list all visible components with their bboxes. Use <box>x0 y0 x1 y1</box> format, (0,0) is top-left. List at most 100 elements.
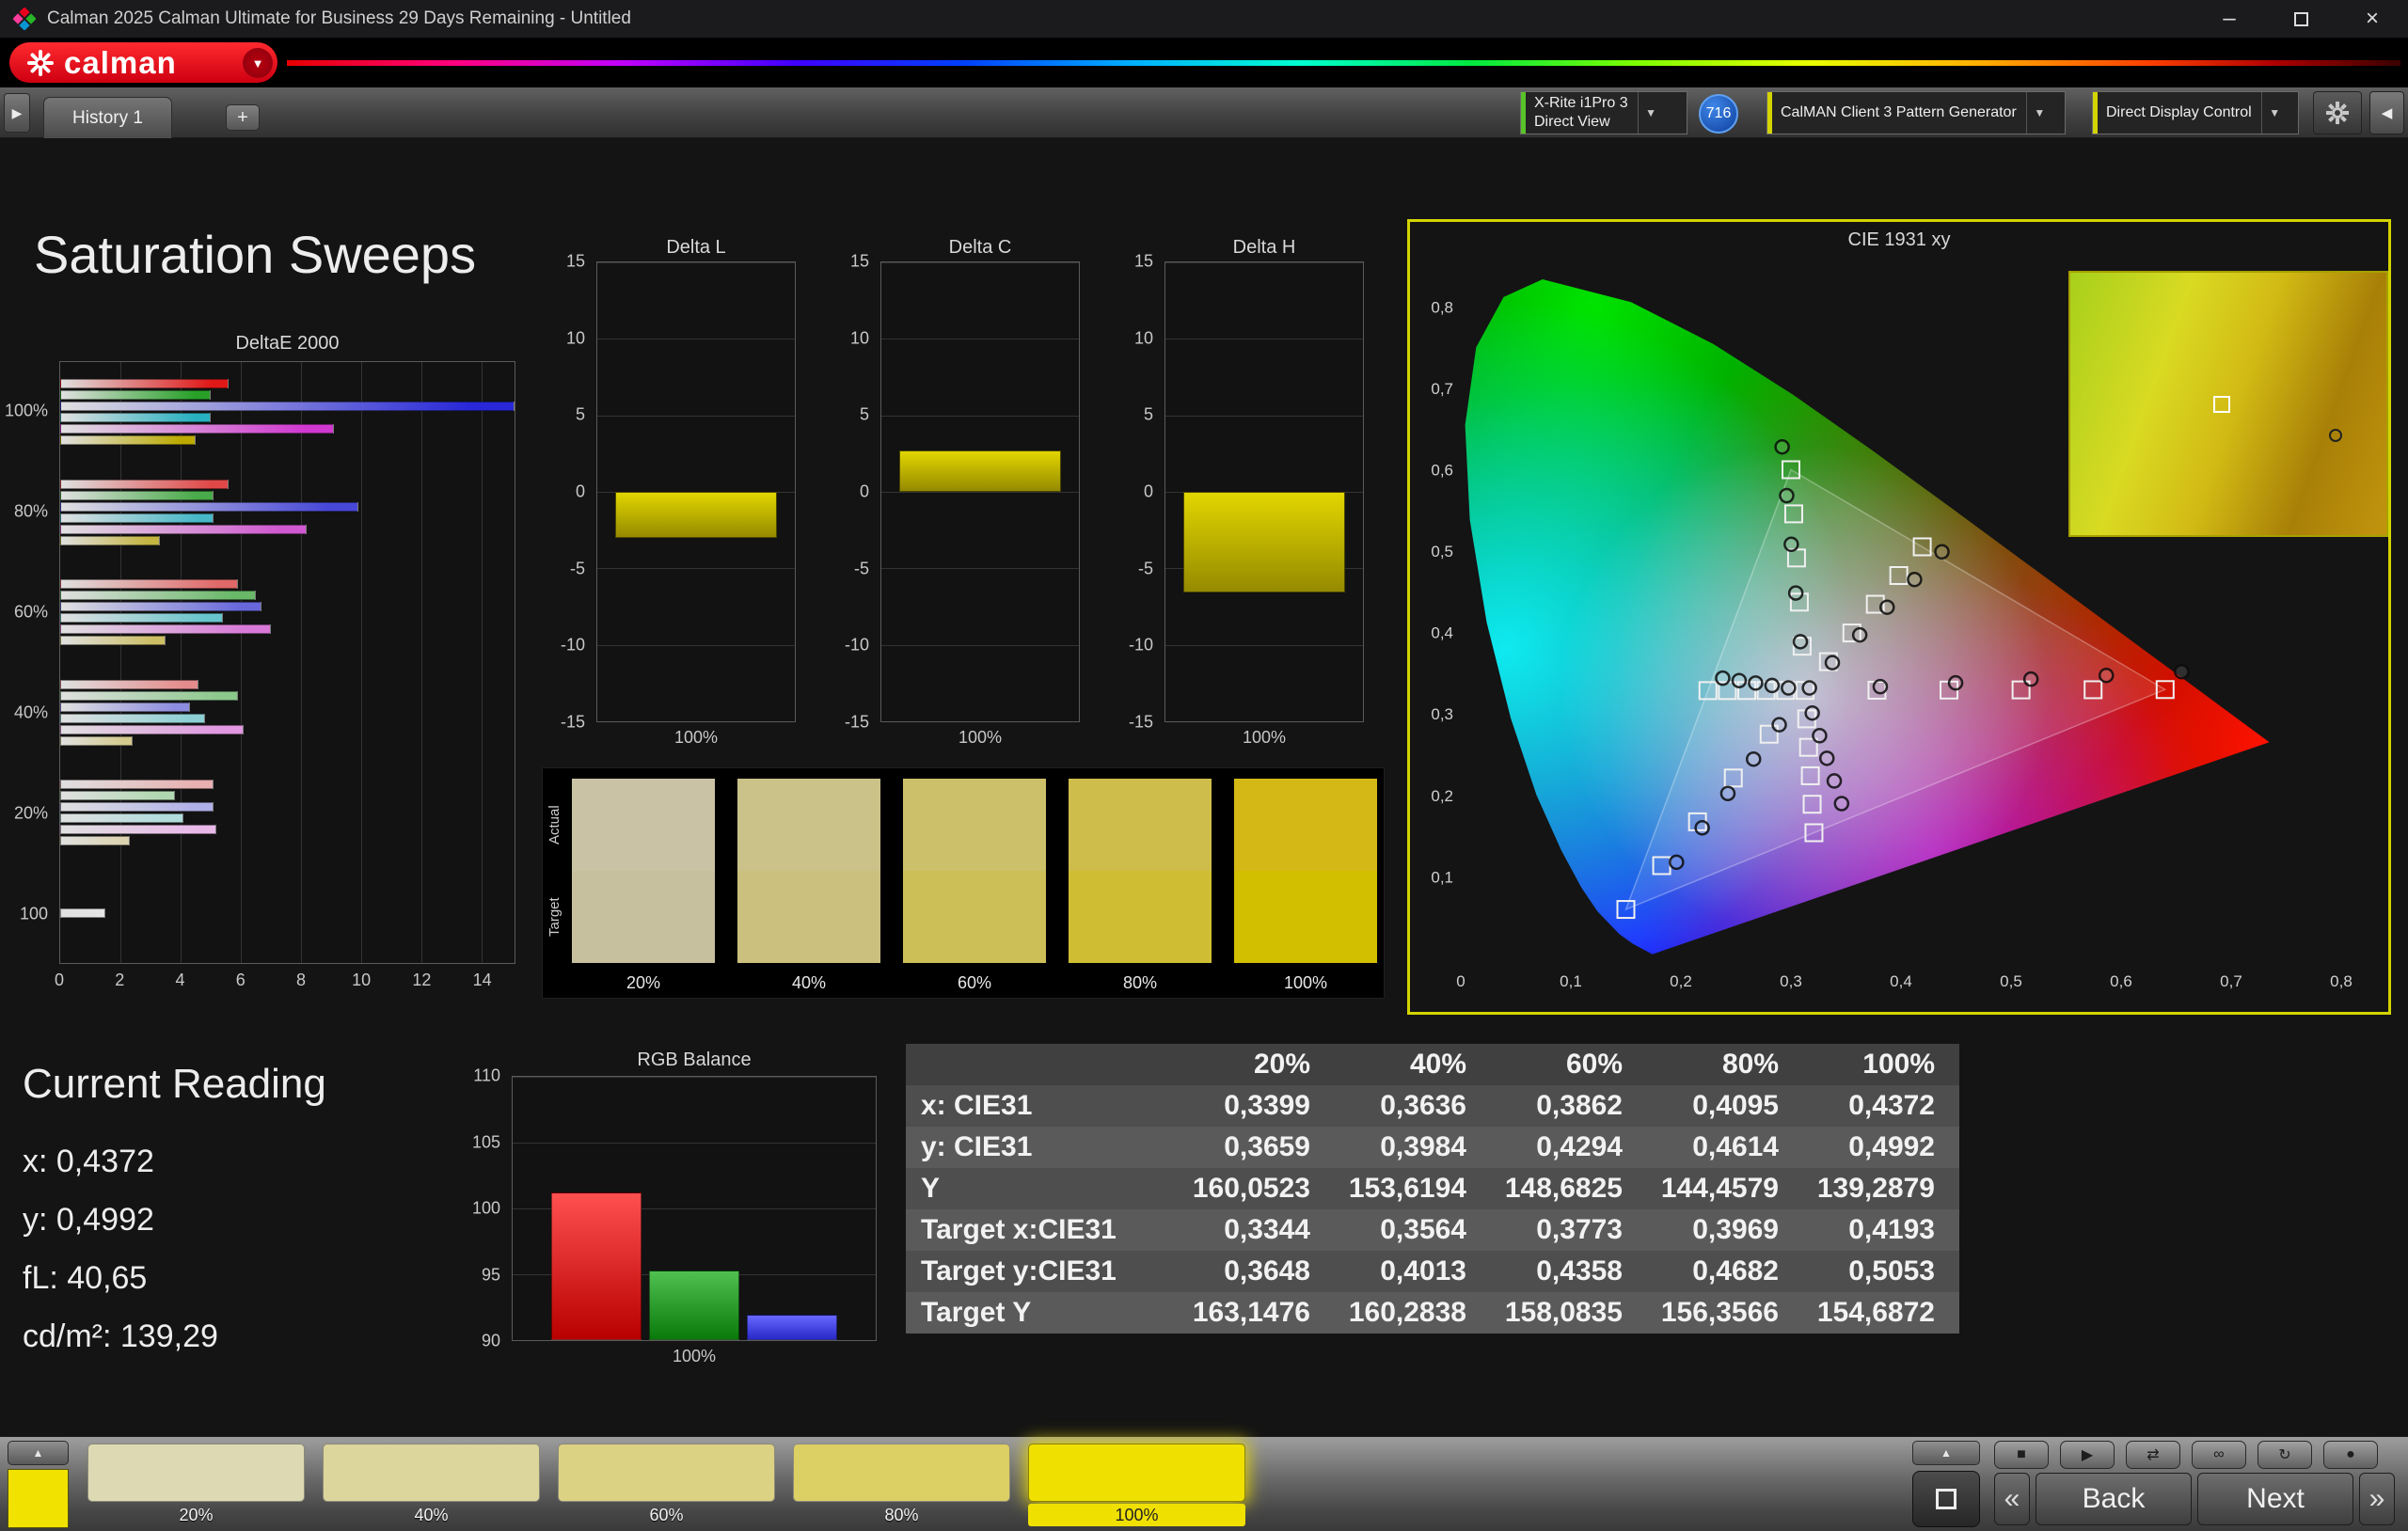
y-tick-label: -5 <box>853 559 869 578</box>
saturation-patch-button-80%[interactable]: 80% <box>790 1441 1013 1528</box>
y-tick-label: 15 <box>565 251 585 271</box>
chart-title: CIE 1931 xy <box>1847 229 1951 250</box>
settings-button[interactable] <box>2313 91 2362 134</box>
deltaH-bar <box>1182 492 1346 593</box>
cie-1931-chart[interactable]: CIE 1931 xy 0 0,1 0,2 0,3 0,4 0,5 0,6 0,7 0,8 0,1… <box>1407 219 2391 1015</box>
table-value-cell: 154,6872 <box>1803 1292 1959 1334</box>
calman-logo[interactable]: calman ▼ <box>9 42 277 83</box>
table-corner-cell <box>906 1044 1179 1085</box>
deltae-bar-magenta <box>60 524 308 534</box>
y-tick-label: 15 <box>849 251 869 271</box>
x-axis-label: 100% <box>672 1347 717 1365</box>
table-row-label: Target Y <box>906 1292 1179 1334</box>
grid-line <box>1165 721 1363 722</box>
grid-line <box>881 262 1079 263</box>
pattern-generator-dropdown[interactable]: CalMAN Client 3 Pattern Generator ▼ <box>1766 91 2066 134</box>
target-row-label: Target <box>547 897 562 937</box>
table-value-cell: 0,3969 <box>1647 1209 1803 1251</box>
table-value-cell: 0,3773 <box>1491 1209 1647 1251</box>
svg-text:0,2: 0,2 <box>1431 787 1453 805</box>
close-button[interactable]: × <box>2337 0 2408 38</box>
actual-target-swatch-strip[interactable]: Actual Target 20% 40% 60% 80% 100% <box>542 767 1385 999</box>
table-value-cell: 144,4579 <box>1647 1168 1803 1209</box>
rgb-balance-chart[interactable]: RGB Balance 110 105 100 95 90 100% <box>470 1046 880 1377</box>
stop-button[interactable]: ■ <box>1994 1441 2049 1469</box>
right-panel-up-button[interactable]: ▲ <box>1912 1441 1980 1465</box>
grid-line <box>597 721 795 722</box>
deltae-bar-magenta <box>60 724 245 734</box>
deltae2000-chart[interactable]: DeltaE 2000 100% 80% 60% 40% 20% 100 0 2 4 6 8 10 1… <box>5 329 527 997</box>
add-tab-button[interactable]: + <box>226 104 260 131</box>
svg-text:0,2: 0,2 <box>1670 972 1692 990</box>
saturation-patch-button-60%[interactable]: 60% <box>555 1441 778 1528</box>
table-column-header: 40% <box>1335 1044 1491 1085</box>
deltae-bar-green <box>60 791 175 801</box>
rainbow-strip <box>287 60 2400 66</box>
table-value-cell: 139,2879 <box>1803 1168 1959 1209</box>
back-button[interactable]: Back <box>2036 1473 2192 1525</box>
meter-device-dropdown[interactable]: X-Rite i1Pro 3 Direct View ▼ <box>1520 91 1687 134</box>
table-value-cell: 158,0835 <box>1491 1292 1647 1334</box>
group-label: 40% <box>13 702 48 722</box>
table-value-cell: 0,3659 <box>1179 1127 1335 1168</box>
x-tick-label: 10 <box>352 971 372 989</box>
maximize-button[interactable] <box>2265 0 2337 38</box>
logo-dropdown-button[interactable]: ▼ <box>243 48 273 78</box>
patch-label: 20% <box>179 1506 214 1524</box>
table-value-cell: 0,3564 <box>1335 1209 1491 1251</box>
patch-label: 80% <box>884 1506 919 1524</box>
patch-color <box>87 1444 305 1502</box>
play-button[interactable]: ▶ <box>2060 1441 2115 1469</box>
deltaL-bar <box>614 492 778 538</box>
display-control-dropdown[interactable]: Direct Display Control ▼ <box>2092 91 2299 134</box>
table-row-label: Y <box>906 1168 1179 1209</box>
refresh-button[interactable]: ↻ <box>2258 1441 2312 1469</box>
deltae-bar-blue <box>60 702 190 712</box>
deltae-bar-yellow <box>60 636 166 646</box>
group-label: 100 <box>19 904 48 923</box>
saturation-patch-button-20%[interactable]: 20% <box>85 1441 308 1528</box>
saturation-patch-button-40%[interactable]: 40% <box>320 1441 543 1528</box>
next-chevron-button[interactable]: » <box>2359 1473 2395 1525</box>
table-value-cell: 0,5053 <box>1803 1251 1959 1292</box>
left-panel-up-button[interactable]: ▲ <box>8 1441 69 1465</box>
chart-title: RGB Balance <box>637 1050 752 1070</box>
minimize-icon: – <box>2223 6 2236 31</box>
grid-line <box>513 1143 876 1144</box>
minimize-button[interactable]: – <box>2194 0 2265 38</box>
panel-expander-button[interactable]: ▶ <box>4 93 30 133</box>
delta-l-chart[interactable]: Delta L 15 10 5 0 -5 -10 -15 100% <box>544 235 800 754</box>
continuous-button[interactable]: ∞ <box>2192 1441 2246 1469</box>
table-value-cell: 0,4193 <box>1803 1209 1959 1251</box>
stop-measurement-button[interactable] <box>1912 1471 1980 1527</box>
deltae-bar-red <box>60 479 230 489</box>
table-value-cell: 0,4013 <box>1335 1251 1491 1292</box>
window-title: Calman 2025 Calman Ultimate for Business… <box>47 8 631 28</box>
record-button[interactable]: ● <box>2323 1441 2378 1469</box>
chevron-right-icon: ▶ <box>11 104 23 120</box>
saturation-patch-button-100%[interactable]: 100% <box>1025 1441 1248 1528</box>
back-chevron-button[interactable]: « <box>1994 1473 2030 1525</box>
panel-collapse-button[interactable]: ◀ <box>2369 91 2404 134</box>
y-tick-label: 5 <box>859 404 869 424</box>
y-axis-labels: 15 10 5 0 -5 -10 -15 <box>828 252 875 732</box>
step-button[interactable]: ⇄ <box>2126 1441 2180 1469</box>
tab-history-1[interactable]: History 1 <box>43 97 172 138</box>
table-value-cell: 160,0523 <box>1179 1168 1335 1209</box>
next-button[interactable]: Next <box>2197 1473 2353 1525</box>
y-tick-label: -15 <box>1128 712 1153 732</box>
chart-title: Delta C <box>948 237 1012 258</box>
plot-area <box>59 361 515 964</box>
patch-color <box>1028 1444 1245 1502</box>
delta-h-chart[interactable]: Delta H 15 10 5 0 -5 -10 -15 100% <box>1112 235 1368 754</box>
chart-title: DeltaE 2000 <box>235 333 340 354</box>
delta-c-chart[interactable]: Delta C 15 10 5 0 -5 -10 -15 100% <box>828 235 1084 754</box>
group-label: 20% <box>13 803 48 823</box>
y-tick-label: -10 <box>1128 635 1153 655</box>
y-tick-label: 10 <box>565 328 585 348</box>
deltae-bar-red <box>60 579 238 590</box>
y-axis-labels: 15 10 5 0 -5 -10 -15 <box>1112 252 1159 732</box>
deltae-bar-magenta <box>60 624 271 635</box>
y-tick-label: 90 <box>481 1331 500 1350</box>
table-value-cell: 0,4614 <box>1647 1127 1803 1168</box>
